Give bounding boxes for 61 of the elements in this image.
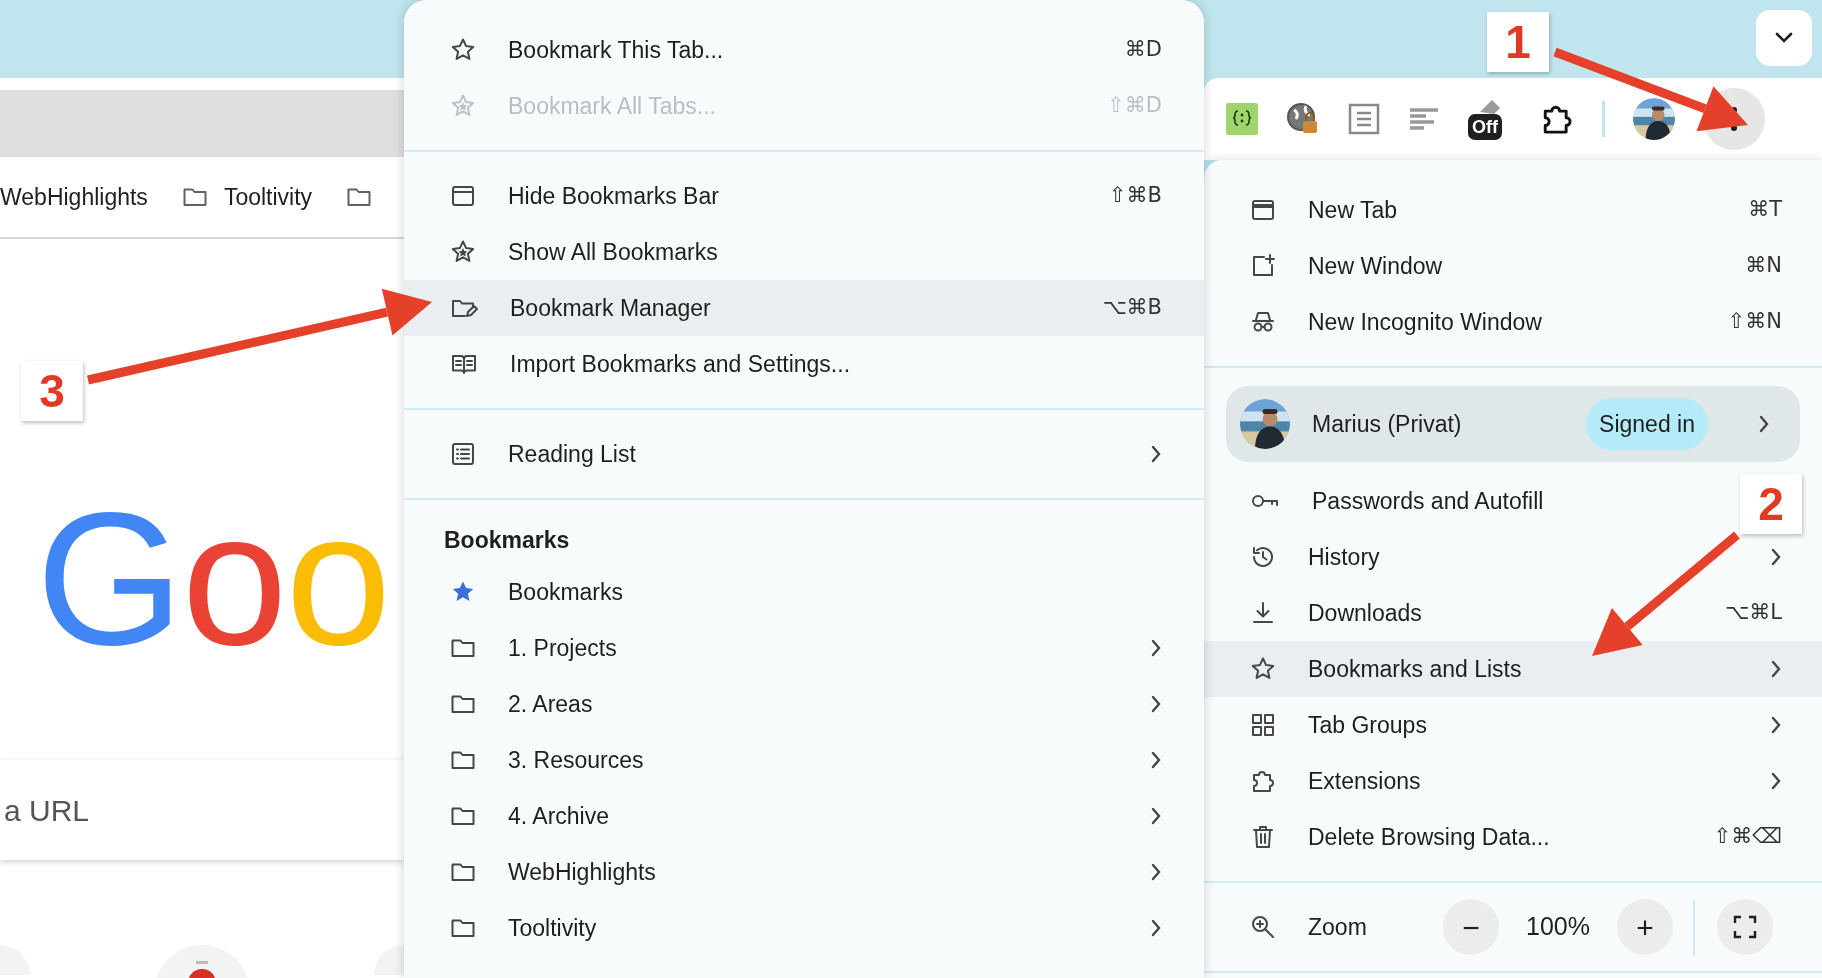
window-icon [1250,197,1276,223]
logo: Goo [36,483,390,673]
menu-item[interactable]: Passwords and Autofill [1204,473,1564,529]
status-badge: Signed in [1586,398,1708,450]
menu-item[interactable]: Downloads ⌥⌘L [1204,585,1822,641]
menu-item[interactable]: New Window ⌘N [1204,238,1822,294]
menu-item[interactable]: 4. Archive [404,788,1204,844]
menu-item[interactable]: Tab Groups [1204,697,1822,753]
globe-lock-icon [1286,102,1320,136]
menu-item[interactable]: Reading List [404,426,1204,482]
menu-item[interactable]: Bookmarks [404,564,644,620]
menu-item[interactable]: Tooltivity [404,900,1204,956]
section-heading: Bookmarks [443,525,571,555]
menu-item[interactable]: Bookmarks and Lists [1204,641,1822,697]
window-icon [450,183,476,209]
fullscreen-button[interactable] [1717,899,1773,955]
zoom-in-icon [1250,914,1276,940]
menu-item[interactable]: New Incognito Window ⇧⌘N [1204,294,1822,350]
download-icon [1250,600,1276,626]
chevron-right-icon [1758,414,1770,434]
menu-item[interactable]: Bookmark This Tab... ⌘D [404,22,1204,78]
chevron-down-icon [1774,32,1794,44]
shortcut-tile-icon [154,945,250,978]
history-icon [1250,544,1276,570]
step-marker: 1 [1487,12,1549,72]
grid-icon [1250,712,1276,738]
menu-item[interactable]: Extensions [1204,753,1822,809]
document-icon [1348,103,1380,135]
menu-item[interactable]: New Tab ⌘T [1204,182,1822,238]
star-icon [450,93,476,119]
zoom-level: 100% [1525,911,1591,943]
menu-item[interactable]: Hide Bookmarks Bar ⇧⌘B [404,168,1204,224]
code-braces-icon [1226,103,1258,135]
star-icon [1250,656,1276,682]
text-lines-icon [1408,106,1440,132]
profile-name: Marius (Privat) [1312,409,1462,439]
fullscreen-icon [1733,915,1757,939]
menu-item[interactable]: Bookmark Manager ⌥⌘B [404,280,1204,336]
step-marker: 3 [21,361,83,421]
trash-icon [1250,824,1276,850]
menu-item[interactable]: Delete Browsing Data... ⇧⌘⌫ [1204,809,1822,865]
menu-item[interactable]: 3. Resources [404,732,1204,788]
bookmark-link[interactable]: Tooltivity [223,179,313,215]
status-badge: Off [1468,114,1502,140]
list-icon [450,441,476,467]
zoom-in-button[interactable]: + [1617,899,1673,955]
star-icon [450,239,476,265]
step-marker: 2 [1740,474,1802,534]
zoom-out-button[interactable]: − [1443,899,1499,955]
star-icon [450,37,476,63]
menu-item[interactable]: Show All Bookmarks [404,224,738,280]
zoom-label: Zoom [1308,912,1368,942]
puzzle-icon [1250,768,1276,794]
menu-item[interactable]: 2. Areas [404,676,1204,732]
menu-item[interactable]: Import Bookmarks and Settings... [404,336,871,392]
menu-item[interactable]: WebHighlights [404,844,1204,900]
bookmark-link[interactable]: WebHighlights [0,179,148,215]
profile-card[interactable]: Marius (Privat) Signed in [1226,386,1800,462]
search-field[interactable]: a URL [0,760,404,860]
new-window-icon [1250,253,1276,279]
menu-item[interactable]: 1. Projects [404,620,1204,676]
